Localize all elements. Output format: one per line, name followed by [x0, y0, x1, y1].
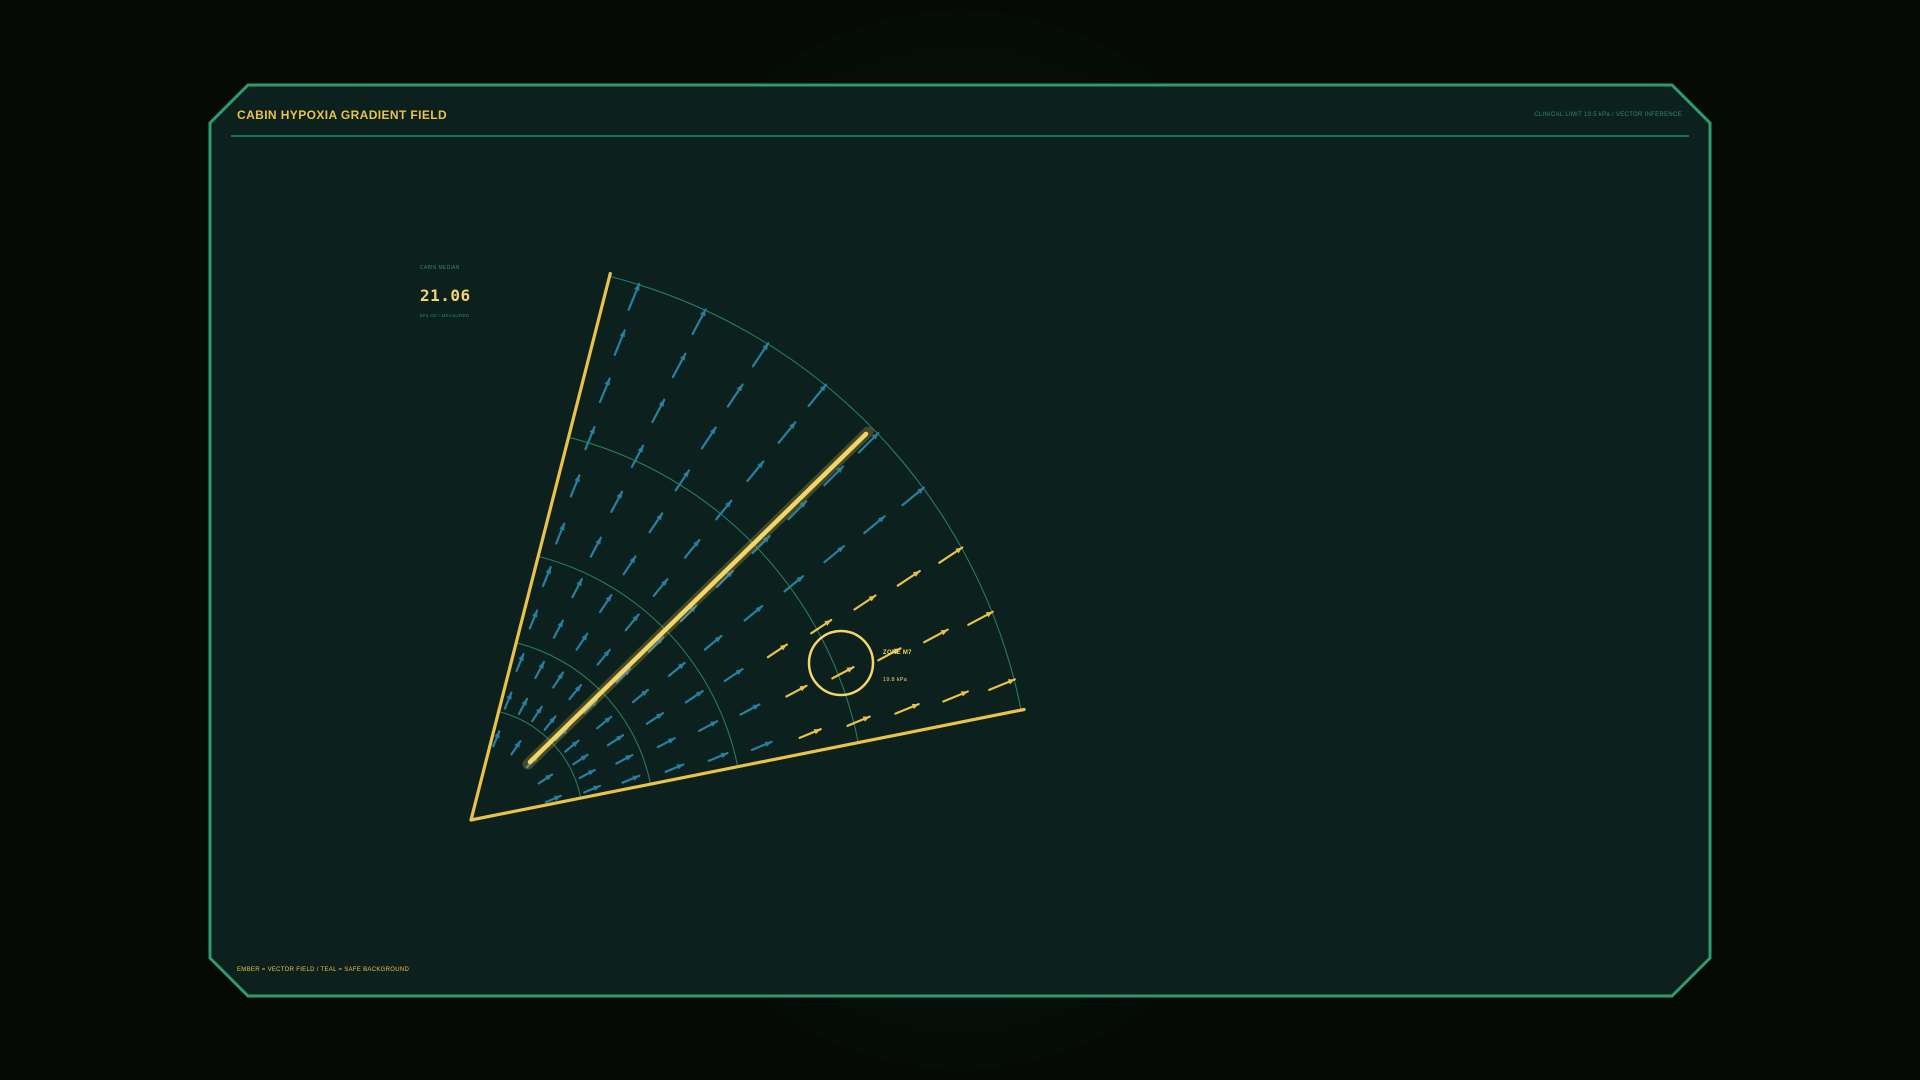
readout-value: 21.06	[420, 286, 471, 305]
page-title: CABIN HYPOXIA GRADIENT FIELD	[237, 108, 448, 122]
hud-stage: CABIN HYPOXIA GRADIENT FIELD CLINICAL LI…	[0, 0, 1920, 1080]
page-subtitle: CLINICAL LIMIT 19.5 kPa / VECTOR INFEREN…	[1534, 112, 1682, 118]
legend-text: EMBER = VECTOR FIELD / TEAL = SAFE BACKG…	[237, 967, 410, 973]
hud-panel-frame	[208, 83, 1712, 998]
field-canvas	[208, 83, 1712, 998]
zone-value: 19.8 kPa	[883, 677, 908, 683]
readout-subtext: kPa O2 / MEASURED	[420, 313, 470, 318]
zone-label: ZONE M7	[883, 650, 912, 656]
readout-label: CABIN MEDIAN	[420, 265, 460, 271]
